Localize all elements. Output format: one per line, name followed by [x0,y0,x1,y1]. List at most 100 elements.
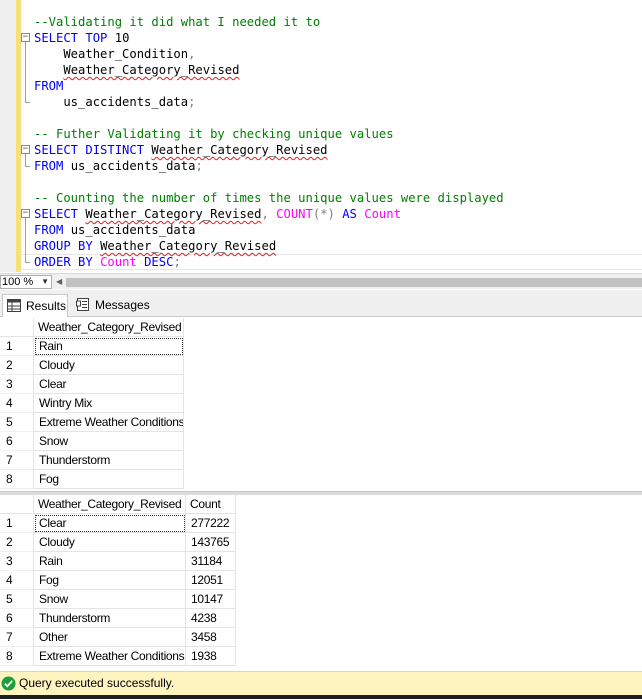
row-number[interactable]: 3 [0,375,34,394]
code-line[interactable]: FROM us_accidents_data; [34,158,203,174]
results-grid-1[interactable]: Weather_Category_Revised 1 Rain 2 Cloudy 3 Cle… [0,318,642,491]
grid-cell[interactable]: 31184 [186,552,236,571]
status-message: Query executed successfully. [19,676,175,690]
grid-cell[interactable]: Extreme Weather Conditions [34,647,186,666]
zoom-bar: 100 % ▼ ◀ [0,273,642,289]
row-number[interactable]: 6 [0,432,34,451]
code-line[interactable]: SELECT Weather_Category_Revised, COUNT(*… [34,206,401,222]
grid-cell[interactable]: Rain [34,337,184,356]
code-token: ; [173,255,181,269]
collapse-icon[interactable]: − [21,145,30,154]
row-number[interactable]: 4 [0,571,34,590]
code-line[interactable]: Weather_Condition, [34,46,195,62]
row-number[interactable]: 1 [0,337,34,356]
grid-corner[interactable] [0,318,34,337]
code-token: Count [100,255,137,269]
grid-cell[interactable]: 143765 [186,533,236,552]
zoom-dropdown[interactable]: 100 % ▼ [0,275,52,289]
row-number[interactable]: 7 [0,628,34,647]
messages-icon [76,298,89,311]
query-editor[interactable]: --Validating it did what I needed it to S… [0,0,642,272]
fold-guide-end [25,102,30,103]
scroll-left-icon[interactable]: ◀ [56,277,62,286]
code-line[interactable]: -- Futher Validating it by checking uniq… [34,126,394,142]
code-token: FROM [34,79,64,93]
grid-cell[interactable]: Cloudy [34,533,186,552]
row-number[interactable]: 4 [0,394,34,413]
results-grid-2[interactable]: Weather_Category_Revised Count 1 Clear 27722… [0,495,642,670]
row-number[interactable]: 2 [0,533,34,552]
grid-cell[interactable]: Clear [34,514,186,533]
code-token: BY [78,239,93,253]
code-token: us_accidents_data [63,223,196,237]
horizontal-scrollbar-thumb[interactable] [66,278,642,287]
row-number[interactable]: 3 [0,552,34,571]
tab-messages-label: Messages [95,298,150,312]
grid-cell[interactable]: Wintry Mix [34,394,184,413]
row-number[interactable]: 7 [0,451,34,470]
code-line[interactable]: FROM us_accidents_data [34,222,195,238]
code-token: us_accidents_data [34,95,189,109]
row-number[interactable]: 1 [0,514,34,533]
results-tabbar: Results Messages [0,290,642,317]
row-number[interactable]: 6 [0,609,34,628]
code-token: us_accidents_data [63,159,196,173]
code-token: SELECT [34,31,79,45]
grid-cell[interactable]: 12051 [186,571,236,590]
code-line[interactable]: SELECT DISTINCT Weather_Category_Revised [34,142,328,158]
code-token: ; [188,95,196,109]
chevron-down-icon[interactable]: ▼ [41,276,49,288]
code-line[interactable]: SELECT TOP 10 [34,30,129,46]
code-token: TOP [85,31,108,45]
tab-messages[interactable]: Messages [72,294,150,317]
row-number[interactable]: 2 [0,356,34,375]
grid-cell[interactable]: 277222 [186,514,236,533]
grid-cell[interactable]: Cloudy [34,356,184,375]
code-token: ; [195,159,203,173]
code-line[interactable]: -- Counting the number of times the uniq… [34,190,504,206]
column-header[interactable]: Count [186,495,236,514]
code-token: Weather_Category_Revised [85,207,262,221]
code-line[interactable]: FROM [34,78,63,94]
status-bar: Query executed successfully. [0,671,642,695]
grid-cell[interactable]: 10147 [186,590,236,609]
grid-cell[interactable]: Fog [34,571,186,590]
code-line[interactable]: ORDER BY Count DESC; [34,254,181,270]
grid-cell[interactable]: Other [34,628,186,647]
code-token: COUNT [276,207,313,221]
grid-cell[interactable]: Snow [34,432,184,451]
column-header[interactable]: Weather_Category_Revised [34,495,186,514]
grid-cell[interactable]: Extreme Weather Conditions [34,413,184,432]
code-line[interactable]: Weather_Category_Revised [34,62,239,78]
row-number[interactable]: 8 [0,470,34,489]
code-token: Weather_Condition [34,47,189,61]
collapse-icon[interactable]: − [21,209,30,218]
grid-cell[interactable]: Thunderstorm [34,451,184,470]
grid-cell[interactable]: Thunderstorm [34,609,186,628]
code-line[interactable]: GROUP BY Weather_Category_Revised [34,238,276,254]
grid-cell[interactable]: 3458 [186,628,236,647]
fold-guide-end [25,262,30,263]
collapse-icon[interactable]: − [21,33,30,42]
grid-cell[interactable]: 4238 [186,609,236,628]
code-line[interactable]: us_accidents_data; [34,94,195,110]
column-header[interactable]: Weather_Category_Revised [34,318,184,337]
row-number[interactable]: 5 [0,590,34,609]
row-number[interactable]: 8 [0,647,34,666]
code-token: DESC [144,255,174,269]
row-number[interactable]: 5 [0,413,34,432]
grid-cell[interactable]: Rain [34,552,186,571]
grid-corner[interactable] [0,495,34,514]
grid-cell[interactable]: Clear [34,375,184,394]
tab-results[interactable]: Results [2,294,68,317]
code-line[interactable]: --Validating it did what I needed it to [34,14,320,30]
grid-cell[interactable]: Snow [34,590,186,609]
grid-cell[interactable]: Fog [34,470,184,489]
code-token: -- Futher Validating it by checking uniq… [34,127,394,141]
window-bottom-edge [0,695,642,699]
fold-guide [25,218,26,262]
grid-cell[interactable]: 1938 [186,647,236,666]
